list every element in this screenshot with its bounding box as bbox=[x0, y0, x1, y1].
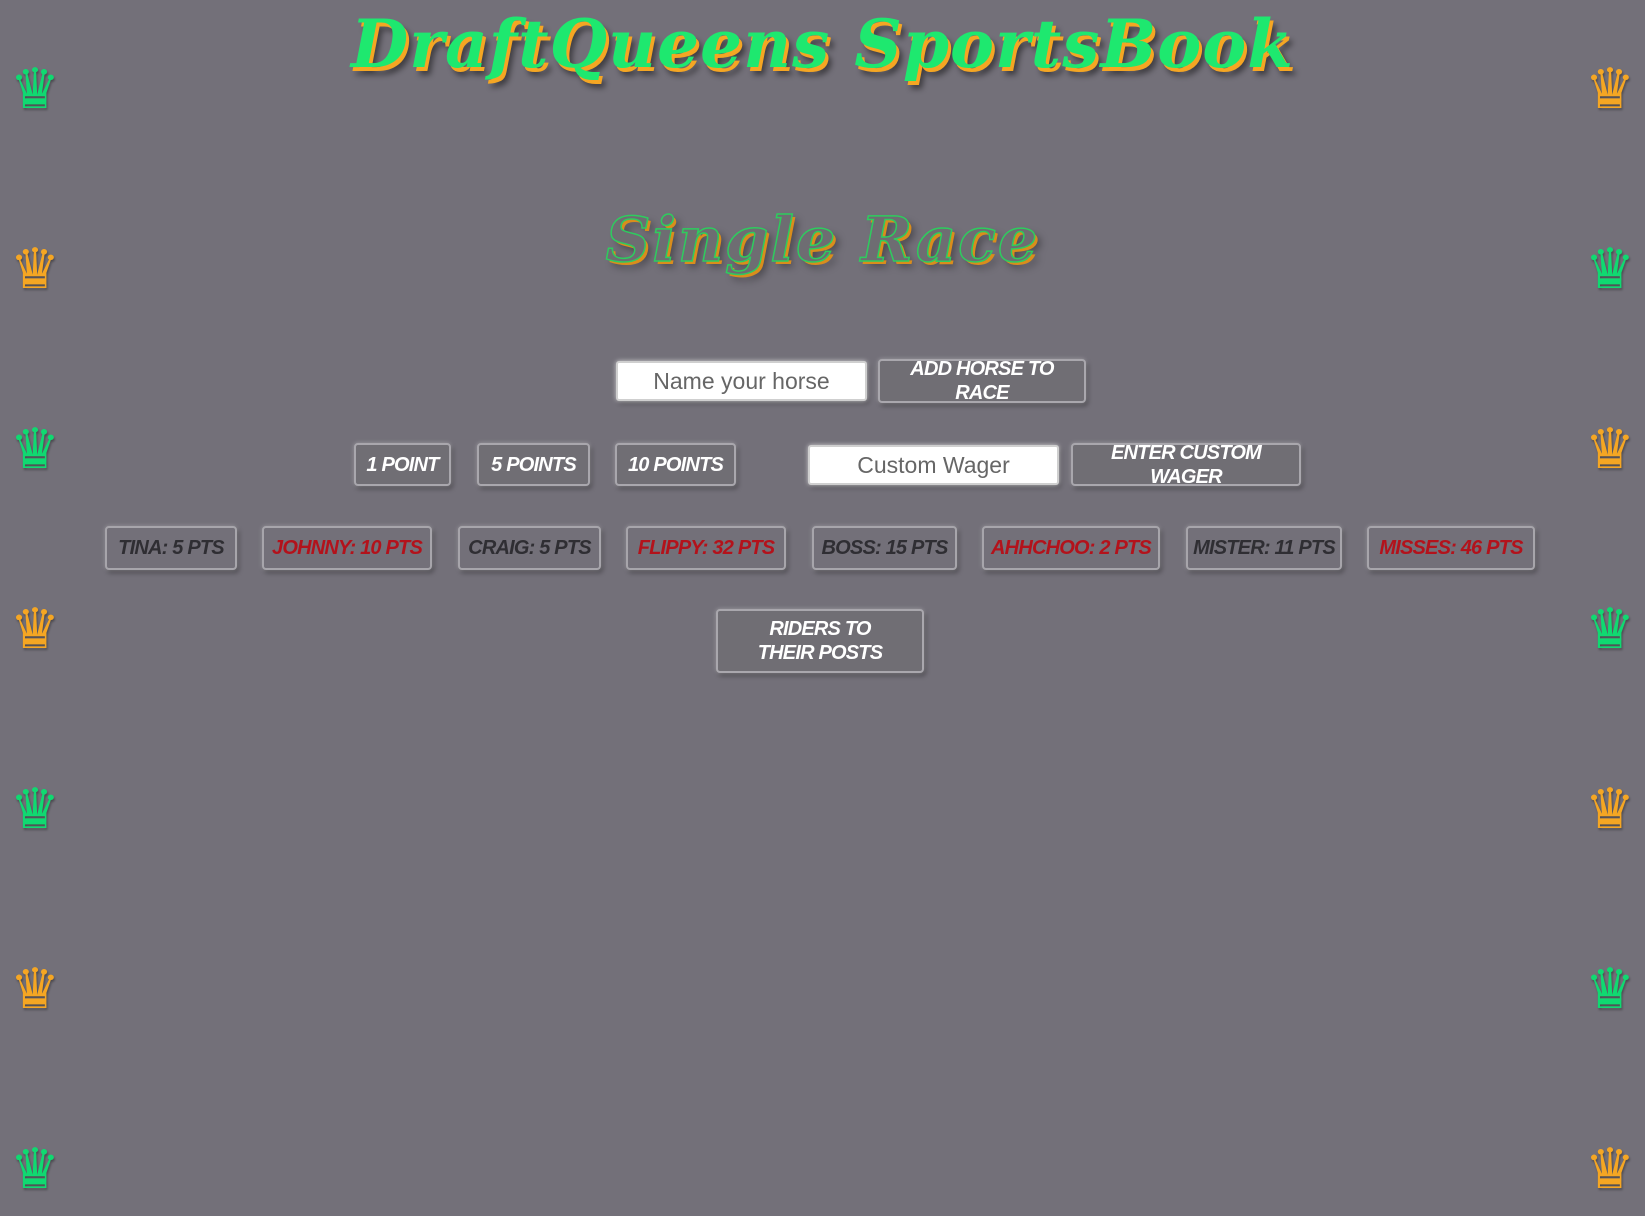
crown-icon: ♛ bbox=[9, 777, 61, 842]
bettor-badge-craig: Craig: 5 pts bbox=[458, 526, 601, 570]
right-crown-column: ♛ ♛ ♛ ♛ ♛ ♛ ♛ bbox=[1575, 0, 1645, 1216]
bettor-badge-misses: Misses: 46 pts bbox=[1367, 526, 1535, 570]
page-title: DraftQueens SportsBook bbox=[350, 5, 1295, 83]
wager-10-points-button[interactable]: 10 Points bbox=[615, 443, 736, 486]
add-horse-button[interactable]: Add Horse to Race bbox=[878, 358, 1086, 404]
enter-custom-wager-button[interactable]: Enter Custom Wager bbox=[1071, 442, 1301, 488]
bettor-badge-johnny: Johnny: 10 pts bbox=[262, 526, 432, 570]
race-mode-heading: Single Race bbox=[605, 202, 1040, 277]
bettor-badge-flippy: Flippy: 32 pts bbox=[626, 526, 786, 570]
custom-wager-input[interactable] bbox=[808, 445, 1059, 485]
horse-name-input[interactable] bbox=[616, 361, 867, 401]
bettor-badge-ahhchoo: Ahhchoo: 2 pts bbox=[982, 526, 1160, 570]
crown-icon: ♛ bbox=[9, 1137, 61, 1202]
crown-icon: ♛ bbox=[1584, 777, 1636, 842]
bettor-badge-tina: Tina: 5 pts bbox=[105, 526, 237, 570]
crown-icon: ♛ bbox=[1584, 957, 1636, 1022]
crown-icon: ♛ bbox=[1584, 597, 1636, 662]
bettor-badge-boss: Boss: 15 pts bbox=[812, 526, 957, 570]
start-race-button[interactable]: Riders to their posts bbox=[716, 609, 924, 673]
wager-1-point-button[interactable]: 1 Point bbox=[354, 443, 451, 486]
crown-icon: ♛ bbox=[1584, 1137, 1636, 1202]
crown-icon: ♛ bbox=[9, 957, 61, 1022]
crown-icon: ♛ bbox=[9, 597, 61, 662]
bettor-badge-mister: Mister: 11 pts bbox=[1186, 526, 1342, 570]
wager-5-points-button[interactable]: 5 Points bbox=[477, 443, 590, 486]
left-crown-column: ♛ ♛ ♛ ♛ ♛ ♛ ♛ bbox=[0, 0, 70, 1216]
crown-icon: ♛ bbox=[9, 417, 61, 482]
crown-icon: ♛ bbox=[1584, 417, 1636, 482]
